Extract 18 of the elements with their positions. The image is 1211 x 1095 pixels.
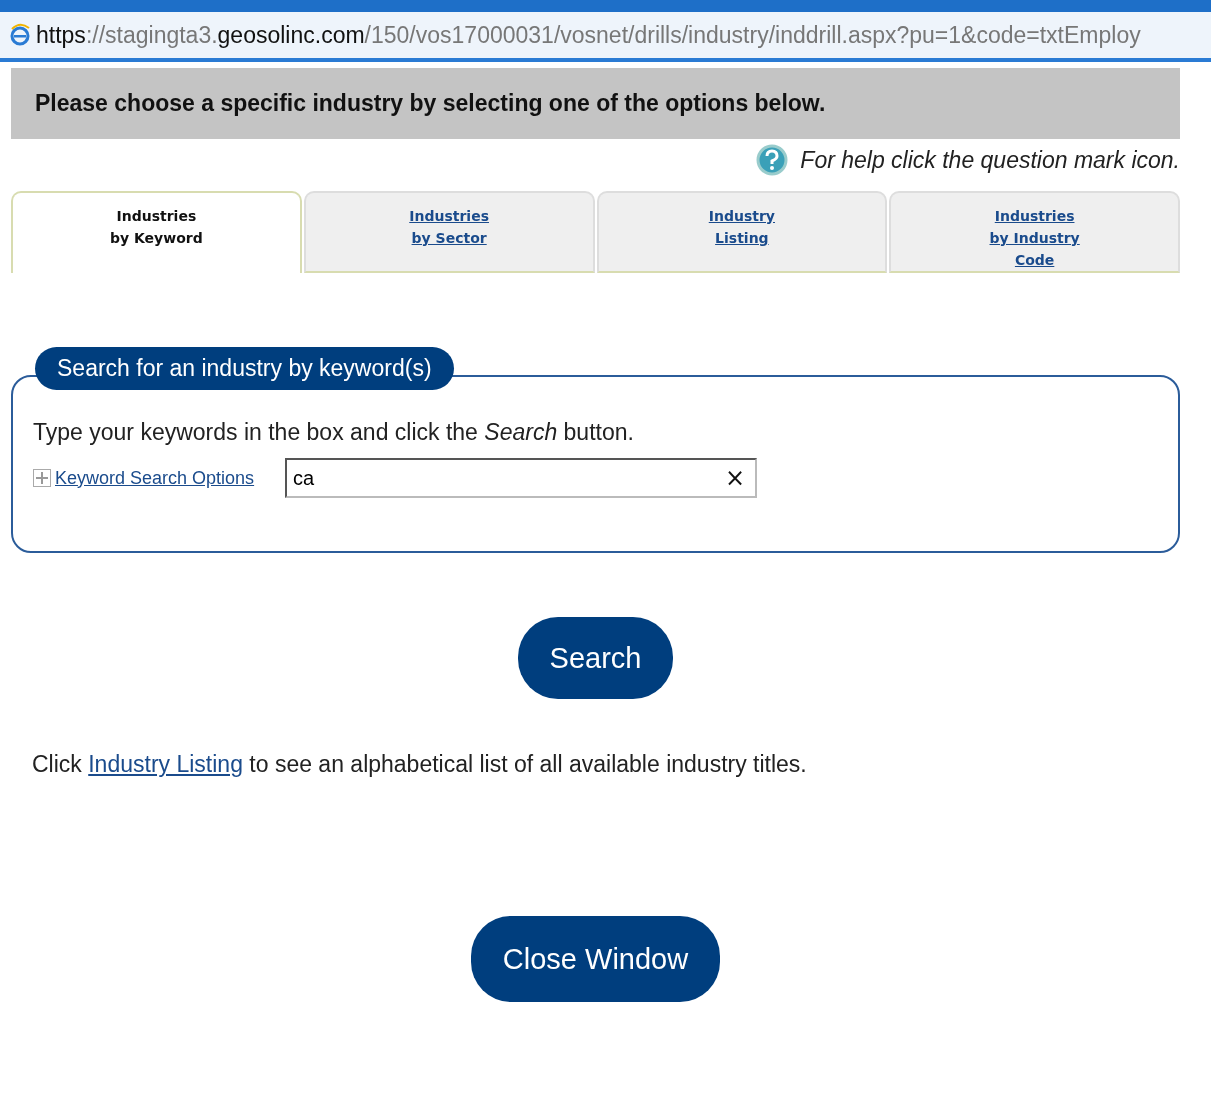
tab[interactable]: Industries by Keyword [11,191,302,273]
help-icon[interactable] [756,144,789,176]
keyword-field[interactable]: ca × [285,458,757,498]
plus-icon[interactable] [33,469,51,487]
instructions: Type your keywords in the box and click the Search button. [33,419,635,446]
browser-icon [10,23,30,47]
clear-button[interactable]: × [724,466,745,490]
listing-note: Click Industry Listing to see an alphabetical list of all available industry titles. [32,751,808,778]
industry-listing-link[interactable]: Industry Listing [88,751,243,777]
close-window-button[interactable]: Close Window [470,916,721,1002]
tab[interactable]: Industries by Industry Code [889,191,1180,273]
panel-legend: Search for an industry by keyword(s) [35,347,454,390]
tab[interactable]: Industry Listing [596,191,888,273]
keyword-options-link[interactable]: Keyword Search Options [55,467,285,489]
search-button[interactable]: Search [517,617,674,699]
help-text: For help click the question mark icon. [800,146,1180,174]
page-heading: Please choose a specific industry by selecting one of the options below. [11,68,1180,139]
tab[interactable]: Industries by Sector [303,191,595,273]
